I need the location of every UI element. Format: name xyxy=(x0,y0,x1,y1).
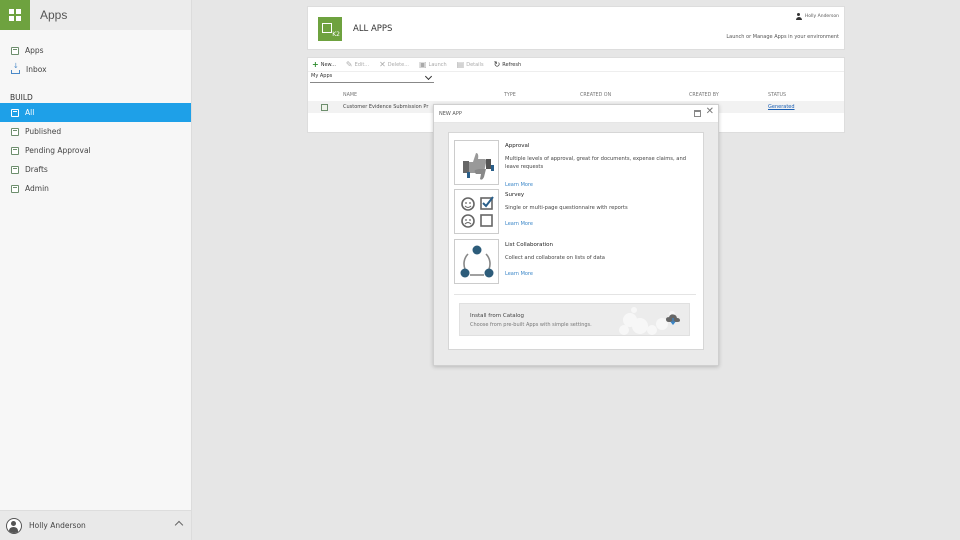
pencil-icon: ✎ xyxy=(345,59,353,69)
row-status-link[interactable]: Generated xyxy=(768,104,795,110)
sidebar-item-apps[interactable]: Apps xyxy=(0,41,191,60)
new-button[interactable]: + New... xyxy=(312,59,336,69)
table-header: NAME TYPE CREATED ON CREATED BY STATUS xyxy=(308,91,844,101)
new-button-label: New... xyxy=(320,61,336,68)
install-from-catalog-button[interactable]: Install from Catalog Choose from pre-bui… xyxy=(459,303,690,336)
avatar xyxy=(6,517,22,534)
user-name: Holly Anderson xyxy=(29,521,86,530)
sidebar: Apps Apps Inbox BUILD All Published Pend… xyxy=(0,0,192,540)
option-description: Multiple levels of approval, great for d… xyxy=(505,156,687,170)
user-menu[interactable]: Holly Anderson xyxy=(0,510,191,540)
option-name: Survey xyxy=(505,192,525,198)
person-icon xyxy=(795,13,802,20)
sidebar-item-published[interactable]: Published xyxy=(0,122,191,141)
catalog-title: Install from Catalog xyxy=(470,313,524,319)
sidebar-header: Apps xyxy=(0,0,191,30)
header-user-name: Holly Anderson xyxy=(804,14,839,19)
dialog-title: NEW APP xyxy=(439,111,462,117)
column-header-created-by[interactable]: CREATED BY xyxy=(689,93,719,98)
header-user[interactable]: Holly Anderson xyxy=(795,13,839,20)
option-approval[interactable]: Approval Multiple levels of approval, gr… xyxy=(454,140,699,188)
close-icon[interactable]: ✕ xyxy=(706,107,714,117)
apps-icon xyxy=(11,184,19,193)
delete-button[interactable]: ✕ Delete... xyxy=(379,59,409,69)
option-name: List Collaboration xyxy=(505,242,554,248)
page-subtitle: Launch or Manage Apps in your environmen… xyxy=(726,34,839,40)
launch-icon: ▣ xyxy=(418,59,427,69)
toolbar: + New... ✎ Edit... ✕ Delete... ▣ Launch … xyxy=(308,58,844,72)
sidebar-item-inbox[interactable]: Inbox xyxy=(0,60,191,79)
page-header: ALL APPS Holly Anderson Launch or Manage… xyxy=(307,6,845,50)
refresh-button[interactable]: ↻ Refresh xyxy=(493,59,522,69)
inbox-icon xyxy=(11,62,20,74)
divider xyxy=(454,294,696,295)
apps-icon xyxy=(11,165,19,174)
section-label-build: BUILD xyxy=(10,92,33,102)
chevron-up-icon[interactable] xyxy=(174,520,184,530)
sidebar-item-drafts[interactable]: Drafts xyxy=(0,160,191,179)
apps-icon xyxy=(11,127,19,136)
option-list-collaboration[interactable]: List Collaboration Collect and collabora… xyxy=(454,239,699,285)
column-header-type[interactable]: TYPE xyxy=(504,93,516,98)
sidebar-item-label: Apps xyxy=(25,46,44,55)
maximize-icon[interactable] xyxy=(694,110,701,117)
option-name: Approval xyxy=(505,143,530,149)
column-header-created-on[interactable]: CREATED ON xyxy=(580,93,611,98)
sidebar-item-label: Published xyxy=(25,127,62,136)
details-button[interactable]: ▤ Details xyxy=(456,59,484,69)
sidebar-item-all[interactable]: All xyxy=(0,103,191,122)
page-title: ALL APPS xyxy=(353,24,393,34)
sidebar-item-label: Admin xyxy=(25,184,49,193)
learn-more-link[interactable]: Learn More xyxy=(505,271,533,277)
option-description: Single or multi-page questionnaire with … xyxy=(505,205,628,211)
details-icon: ▤ xyxy=(456,59,465,69)
row-name: Customer Evidence Submission Pr xyxy=(343,104,429,110)
dialog-header: NEW APP ✕ xyxy=(434,105,718,123)
option-survey[interactable]: Survey Single or multi-page questionnair… xyxy=(454,189,699,235)
launch-button[interactable]: ▣ Launch xyxy=(418,59,447,69)
k2-logo xyxy=(318,17,342,41)
sidebar-item-label: All xyxy=(25,108,35,117)
column-header-status[interactable]: STATUS xyxy=(768,93,786,98)
delete-button-label: Delete... xyxy=(387,61,409,68)
learn-more-link[interactable]: Learn More xyxy=(505,182,533,188)
column-header-name[interactable]: NAME xyxy=(343,93,357,98)
sidebar-item-label: Pending Approval xyxy=(25,146,91,155)
refresh-icon: ↻ xyxy=(493,59,501,69)
sidebar-item-pending-approval[interactable]: Pending Approval xyxy=(0,141,191,160)
plus-icon: + xyxy=(312,59,319,69)
details-button-label: Details xyxy=(466,61,484,68)
edit-button[interactable]: ✎ Edit... xyxy=(345,59,370,69)
survey-icon xyxy=(454,189,499,234)
learn-more-link[interactable]: Learn More xyxy=(505,221,533,227)
delete-icon: ✕ xyxy=(379,59,386,69)
app-launcher-icon[interactable] xyxy=(0,0,30,30)
sidebar-title: Apps xyxy=(40,8,68,22)
thumbs-up-down-icon xyxy=(454,140,499,185)
sidebar-item-label: Inbox xyxy=(26,65,47,74)
sidebar-item-admin[interactable]: Admin xyxy=(0,179,191,198)
launch-button-label: Launch xyxy=(428,61,447,68)
cloud-download-icon xyxy=(666,314,680,325)
apps-icon xyxy=(11,46,19,55)
filter-dropdown[interactable]: My Apps xyxy=(310,73,434,83)
app-icon xyxy=(321,104,328,111)
sidebar-item-label: Drafts xyxy=(25,165,48,174)
option-description: Collect and collaborate on lists of data xyxy=(505,255,605,261)
collaboration-icon xyxy=(454,239,499,284)
catalog-description: Choose from pre-built Apps with simple s… xyxy=(470,322,592,328)
filter-row: My Apps xyxy=(308,72,844,84)
new-app-dialog: NEW APP ✕ Approval Multiple levels of ap… xyxy=(433,104,719,366)
edit-button-label: Edit... xyxy=(354,61,370,68)
refresh-button-label: Refresh xyxy=(502,61,522,68)
apps-icon xyxy=(11,146,19,155)
dialog-body: Approval Multiple levels of approval, gr… xyxy=(448,132,704,350)
apps-icon xyxy=(11,108,19,117)
